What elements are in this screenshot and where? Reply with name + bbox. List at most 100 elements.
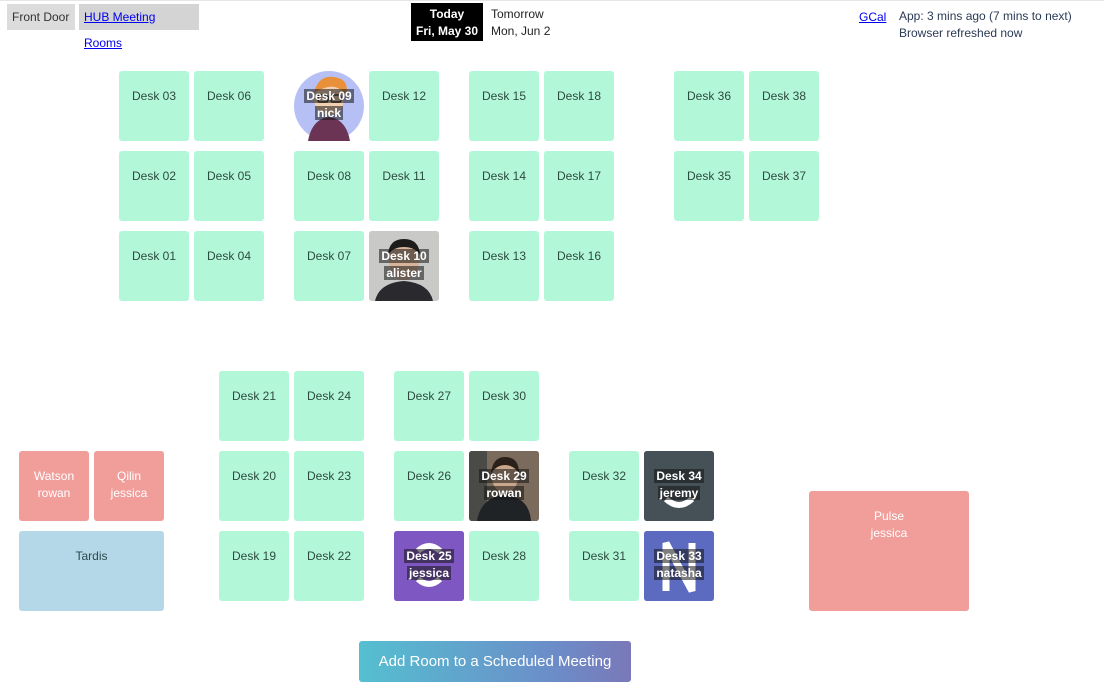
desk-21[interactable]: Desk 21 — [219, 371, 289, 441]
desk-label: Desk 35 — [686, 169, 732, 183]
desk-10[interactable]: Desk 10 alister — [369, 231, 439, 301]
desk-label: Desk 26 — [406, 469, 452, 483]
desk-label: Desk 32 — [581, 469, 627, 483]
desk-label: Desk 23 — [306, 469, 352, 483]
room-name: Tardis — [75, 549, 108, 563]
desk-20[interactable]: Desk 20 — [219, 451, 289, 521]
day-tomorrow-button[interactable]: Tomorrow Mon, Jun 2 — [491, 3, 571, 41]
tab-hub-meeting-rooms[interactable]: HUB Meeting Rooms — [79, 4, 199, 50]
room-tardis[interactable]: Tardis — [19, 531, 164, 611]
desk-label: Desk 10 — [379, 249, 429, 263]
desk-label: Desk 06 — [206, 89, 252, 103]
desk-label: Desk 20 — [231, 469, 277, 483]
desk-15[interactable]: Desk 15 — [469, 71, 539, 141]
desk-26[interactable]: Desk 26 — [394, 451, 464, 521]
desk-22[interactable]: Desk 22 — [294, 531, 364, 601]
desk-label: Desk 04 — [206, 249, 252, 263]
desk-label: Desk 34 — [654, 469, 704, 483]
desk-label: Desk 12 — [381, 89, 427, 103]
room-watson[interactable]: Watson rowan — [19, 451, 89, 521]
room-name: Watson — [33, 469, 75, 483]
desk-11[interactable]: Desk 11 — [369, 151, 439, 221]
desk-23[interactable]: Desk 23 — [294, 451, 364, 521]
desk-29[interactable]: Desk 29 rowan — [469, 451, 539, 521]
refresh-status: App: 3 mins ago (7 mins to next) Browser… — [899, 8, 1099, 42]
desk-28[interactable]: Desk 28 — [469, 531, 539, 601]
desk-06[interactable]: Desk 06 — [194, 71, 264, 141]
desk-label: Desk 38 — [761, 89, 807, 103]
desk-01[interactable]: Desk 01 — [119, 231, 189, 301]
desk-16[interactable]: Desk 16 — [544, 231, 614, 301]
desk-19[interactable]: Desk 19 — [219, 531, 289, 601]
desk-label: Desk 24 — [306, 389, 352, 403]
desk-label: Desk 36 — [686, 89, 732, 103]
desk-17[interactable]: Desk 17 — [544, 151, 614, 221]
desk-label: Desk 28 — [481, 549, 527, 563]
desk-label: Desk 05 — [206, 169, 252, 183]
desk-occupant: nick — [314, 106, 343, 120]
desk-occupant: natasha — [654, 566, 704, 580]
day-today-date: Fri, May 30 — [415, 24, 479, 38]
day-tomorrow-date: Mon, Jun 2 — [491, 24, 551, 38]
desk-12[interactable]: Desk 12 — [369, 71, 439, 141]
desk-33[interactable]: Desk 33 natasha — [644, 531, 714, 601]
desk-30[interactable]: Desk 30 — [469, 371, 539, 441]
desk-label: Desk 08 — [306, 169, 352, 183]
day-today-button[interactable]: Today Fri, May 30 — [411, 3, 483, 41]
desk-label: Desk 29 — [479, 469, 529, 483]
desk-label: Desk 03 — [131, 89, 177, 103]
desk-38[interactable]: Desk 38 — [749, 71, 819, 141]
desk-37[interactable]: Desk 37 — [749, 151, 819, 221]
desk-label: Desk 15 — [481, 89, 527, 103]
desk-07[interactable]: Desk 07 — [294, 231, 364, 301]
desk-25[interactable]: Desk 25 jessica — [394, 531, 464, 601]
app-status: App: 3 mins ago (7 mins to next) — [899, 9, 1072, 23]
desk-label: Desk 14 — [481, 169, 527, 183]
desk-label: Desk 17 — [556, 169, 602, 183]
room-occupant: jessica — [870, 526, 908, 540]
desk-label: Desk 37 — [761, 169, 807, 183]
desk-27[interactable]: Desk 27 — [394, 371, 464, 441]
day-tomorrow-label: Tomorrow — [491, 7, 544, 21]
desk-09[interactable]: Desk 09 nick — [294, 71, 364, 141]
desk-label: Desk 01 — [131, 249, 177, 263]
desk-label: Desk 16 — [556, 249, 602, 263]
day-today-label: Today — [429, 7, 465, 21]
desk-14[interactable]: Desk 14 — [469, 151, 539, 221]
desk-occupant: alister — [384, 266, 424, 280]
desk-13[interactable]: Desk 13 — [469, 231, 539, 301]
desk-label: Desk 09 — [304, 89, 354, 103]
desk-occupant: rowan — [484, 486, 524, 500]
desk-label: Desk 21 — [231, 389, 277, 403]
desk-label: Desk 18 — [556, 89, 602, 103]
top-divider — [0, 0, 1104, 1]
desk-label: Desk 19 — [231, 549, 277, 563]
desk-label: Desk 25 — [404, 549, 454, 563]
desk-34[interactable]: Desk 34 jeremy — [644, 451, 714, 521]
desk-label: Desk 33 — [654, 549, 704, 563]
desk-03[interactable]: Desk 03 — [119, 71, 189, 141]
desk-occupant: jeremy — [657, 486, 701, 500]
add-room-to-meeting-button[interactable]: Add Room to a Scheduled Meeting — [359, 641, 631, 682]
browser-status: Browser refreshed now — [899, 26, 1023, 40]
room-occupant: jessica — [110, 486, 148, 500]
desk-02[interactable]: Desk 02 — [119, 151, 189, 221]
desk-label: Desk 22 — [306, 549, 352, 563]
room-qilin[interactable]: Qilin jessica — [94, 451, 164, 521]
desk-35[interactable]: Desk 35 — [674, 151, 744, 221]
desk-32[interactable]: Desk 32 — [569, 451, 639, 521]
room-name: Pulse — [873, 509, 905, 523]
tab-front-door[interactable]: Front Door — [7, 4, 75, 30]
desk-label: Desk 30 — [481, 389, 527, 403]
desk-occupant: jessica — [406, 566, 452, 580]
desk-18[interactable]: Desk 18 — [544, 71, 614, 141]
desk-04[interactable]: Desk 04 — [194, 231, 264, 301]
desk-36[interactable]: Desk 36 — [674, 71, 744, 141]
desk-05[interactable]: Desk 05 — [194, 151, 264, 221]
desk-24[interactable]: Desk 24 — [294, 371, 364, 441]
room-name: Qilin — [116, 469, 141, 483]
gcal-link[interactable]: GCal — [859, 10, 886, 24]
desk-08[interactable]: Desk 08 — [294, 151, 364, 221]
desk-31[interactable]: Desk 31 — [569, 531, 639, 601]
room-pulse[interactable]: Pulse jessica — [809, 491, 969, 611]
